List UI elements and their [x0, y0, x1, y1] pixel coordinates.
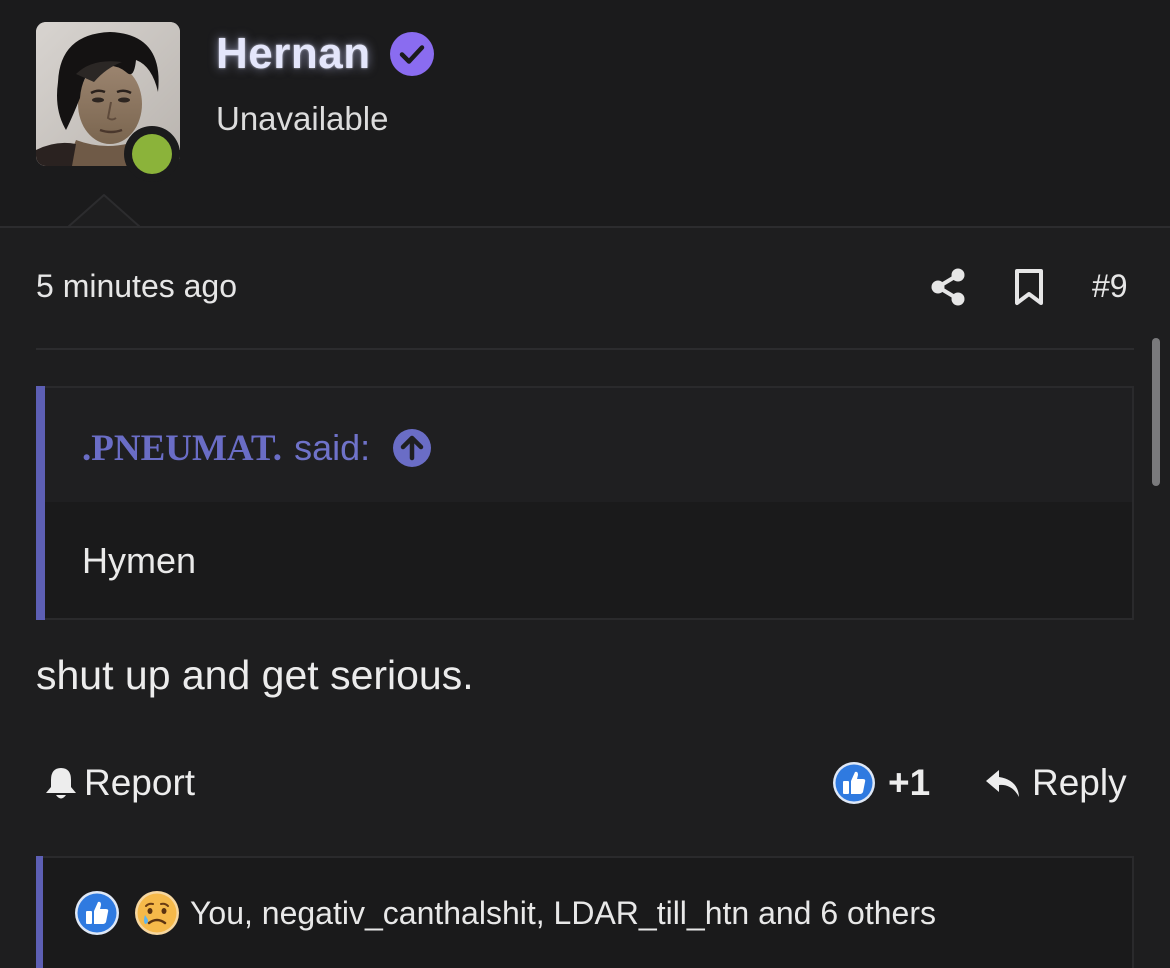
- report-label: Report: [84, 762, 196, 803]
- quote-said-label: said:: [294, 427, 371, 468]
- reaction-count: +1: [888, 762, 931, 803]
- bell-icon: [46, 768, 76, 799]
- post-page: Hernan Unavailable 5 minutes ago #9 .PNE…: [0, 0, 1170, 968]
- verified-badge-icon: [389, 32, 434, 76]
- share-icon[interactable]: [930, 268, 966, 306]
- reactions-summary-text: You, negativ_canthalshit, LDAR_till_htn …: [190, 894, 936, 931]
- meta-divider: [36, 348, 1134, 350]
- report-button[interactable]: Report: [44, 758, 195, 808]
- reply-label: Reply: [1032, 762, 1127, 803]
- post-number-link[interactable]: #9: [1092, 268, 1128, 305]
- scrollbar-thumb[interactable]: [1152, 338, 1160, 486]
- like-reaction-icon: [833, 762, 875, 804]
- bookmark-icon[interactable]: [1012, 268, 1046, 306]
- reaction-count-button[interactable]: +1: [832, 758, 930, 808]
- avatar-container[interactable]: [36, 22, 180, 182]
- post-timestamp[interactable]: 5 minutes ago: [36, 268, 237, 305]
- quote-author-link[interactable]: .PNEUMAT.: [82, 427, 282, 470]
- online-status-dot: [124, 126, 180, 182]
- user-status-text: Unavailable: [216, 100, 389, 137]
- sad-icon: [135, 891, 179, 935]
- quote-accent-bar: [36, 386, 45, 620]
- username[interactable]: Hernan: [216, 29, 371, 79]
- post-body-text: shut up and get serious.: [36, 652, 474, 698]
- arrow-up-circle-icon[interactable]: [392, 428, 432, 468]
- reply-button[interactable]: Reply: [984, 758, 1127, 808]
- reply-arrow-icon: [986, 770, 1019, 797]
- username-row: Hernan: [216, 26, 435, 82]
- like-icon: [75, 891, 119, 935]
- user-info-block: Hernan Unavailable: [0, 0, 1170, 228]
- quote-text: Hymen: [82, 540, 197, 581]
- divider: [0, 226, 1170, 228]
- quote-attribution: .PNEUMAT. said:: [82, 424, 432, 472]
- divider-pointer: [68, 194, 140, 228]
- reactions-accent-bar: [36, 856, 43, 968]
- reactions-row[interactable]: You, negativ_canthalshit, LDAR_till_htn …: [74, 888, 936, 938]
